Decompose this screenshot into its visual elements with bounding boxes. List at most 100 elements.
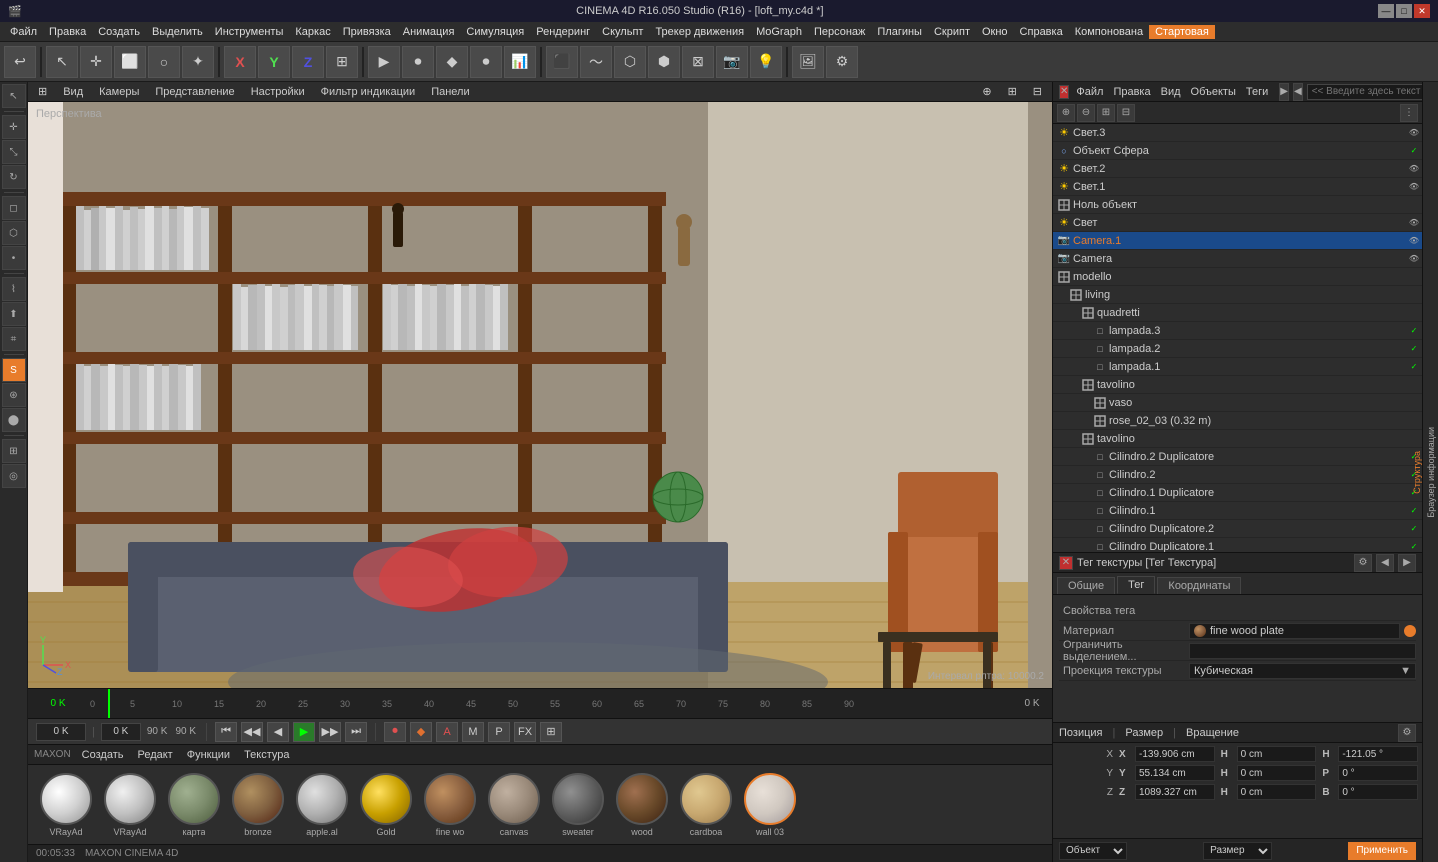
material-finewood[interactable]: fine wo (420, 773, 480, 837)
tool-grid[interactable]: ⊞ (2, 439, 26, 463)
attr-settings[interactable]: ⚙ (1354, 554, 1372, 572)
timeline-ruler[interactable]: 0 5 10 15 20 25 30 35 40 45 50 55 60 65 … (88, 689, 1012, 718)
mat-texture-menu[interactable]: Текстура (241, 749, 292, 761)
coord-y-pos[interactable]: 55.134 cm (1135, 765, 1215, 781)
attr-projection-value[interactable]: Кубическая ▼ (1189, 663, 1416, 679)
menu-sculpt[interactable]: Скульпт (596, 25, 649, 39)
material-apple[interactable]: apple.al (292, 773, 352, 837)
vp-filter-menu[interactable]: Фильтр индикации (317, 86, 420, 98)
tool-extrude[interactable]: ⬆ (2, 302, 26, 326)
menu-create[interactable]: Создать (92, 25, 146, 39)
material-canvas[interactable]: canvas (484, 773, 544, 837)
tree-item-свет.1[interactable]: ☀Свет.1👁 (1053, 178, 1422, 196)
record-button[interactable]: ⏺ (402, 46, 434, 78)
vp-camera-menu[interactable]: Камеры (95, 86, 143, 98)
menu-select[interactable]: Выделить (146, 25, 209, 39)
menu-script[interactable]: Скрипт (928, 25, 976, 39)
attr-nav-back[interactable]: ◀ (1376, 554, 1394, 572)
close-button[interactable]: ✕ (1414, 4, 1430, 18)
rot-h-val[interactable]: -121.05 ° (1338, 746, 1418, 762)
material-wood[interactable]: wood (612, 773, 672, 837)
side-tab-structure[interactable]: Структура (1410, 445, 1424, 500)
cube-button[interactable]: ⬛ (546, 46, 578, 78)
tree-item-camera[interactable]: 📷Camera👁 (1053, 250, 1422, 268)
world-button[interactable]: ⊞ (326, 46, 358, 78)
menu-snap[interactable]: Привязка (337, 25, 397, 39)
tree-item-tavolino[interactable]: tavolino (1053, 376, 1422, 394)
tree-item-cilindro.1-duplicatore[interactable]: □Cilindro.1 Duplicatore✓ (1053, 484, 1422, 502)
menu-mesh[interactable]: Каркас (289, 25, 336, 39)
menu-character[interactable]: Персонаж (808, 25, 871, 39)
tree-item-ноль-объект[interactable]: Ноль объект (1053, 196, 1422, 214)
tree-item-camera.1[interactable]: 📷Camera.1👁 (1053, 232, 1422, 250)
tool-move[interactable]: ✛ (2, 115, 26, 139)
tool-poly[interactable]: ◻ (2, 196, 26, 220)
size-mode-select[interactable]: Размер Масштаб (1203, 842, 1272, 860)
material-cardboard[interactable]: cardboa (676, 773, 736, 837)
om-edit[interactable]: Правка (1110, 86, 1153, 98)
size-z-val[interactable]: 0 cm (1237, 784, 1317, 800)
tree-item-cilindro-duplicatore.2[interactable]: □Cilindro Duplicatore.2✓ (1053, 520, 1422, 538)
vp-view-menu[interactable]: Вид (59, 86, 87, 98)
om-tags[interactable]: Теги (1243, 86, 1271, 98)
tree-item-свет.3[interactable]: ☀Свет.3👁 (1053, 124, 1422, 142)
material-bronze[interactable]: bronze (228, 773, 288, 837)
rotate-button[interactable]: ○ (148, 46, 180, 78)
vp-icon-1[interactable]: ⊕ (978, 85, 995, 98)
om-toolbar-5[interactable]: ⋮ (1400, 104, 1418, 122)
tree-item-свет[interactable]: ☀Свет👁 (1053, 214, 1422, 232)
attr-close[interactable]: ✕ (1059, 556, 1073, 570)
step-fwd-button[interactable]: ▶▶ (319, 722, 341, 742)
transform-button[interactable]: ✦ (182, 46, 214, 78)
frame-input-2[interactable] (101, 723, 141, 741)
menu-tools[interactable]: Инструменты (209, 25, 290, 39)
tool-select[interactable]: ↖ (2, 84, 26, 108)
om-tool-2[interactable]: ◀ (1293, 83, 1303, 101)
tool-texture[interactable]: S (2, 358, 26, 382)
axis-x-button[interactable]: X (224, 46, 256, 78)
fx-btn[interactable]: FX (514, 722, 536, 742)
tree-item-modello[interactable]: modello (1053, 268, 1422, 286)
om-toolbar-3[interactable]: ⊞ (1097, 104, 1115, 122)
om-toolbar-2[interactable]: ⊖ (1077, 104, 1095, 122)
coord-mode-select[interactable]: Объект Мировой (1059, 842, 1127, 860)
tool-knife[interactable]: ⌇ (2, 277, 26, 301)
vp-display-menu[interactable]: Представление (151, 86, 238, 98)
go-end-button[interactable]: ⏭ (345, 722, 367, 742)
attr-tab-tag[interactable]: Тег (1117, 576, 1155, 594)
coord-x-pos[interactable]: -139.906 cm (1135, 746, 1215, 762)
tree-item-tavolino[interactable]: tavolino (1053, 430, 1422, 448)
vp-settings-menu[interactable]: Настройки (247, 86, 309, 98)
tree-item-свет.2[interactable]: ☀Свет.2👁 (1053, 160, 1422, 178)
menu-motion-tracker[interactable]: Трекер движения (649, 25, 750, 39)
tree-item-lampada.3[interactable]: □lampada.3✓ (1053, 322, 1422, 340)
om-tool-1[interactable]: ▶ (1279, 83, 1289, 101)
nurbs-button[interactable]: ⬡ (614, 46, 646, 78)
render-settings-button[interactable]: ⚙ (826, 46, 858, 78)
material-vray1[interactable]: VRayAd (36, 773, 96, 837)
maximize-button[interactable]: □ (1396, 4, 1412, 18)
tool-snap[interactable]: ◎ (2, 464, 26, 488)
mat-functions-menu[interactable]: Функции (184, 749, 233, 761)
frame-input[interactable] (36, 723, 86, 741)
side-tab-browser[interactable]: Браузер информации (1424, 421, 1438, 524)
tree-item-cilindro-duplicatore.1[interactable]: □Cilindro Duplicatore.1✓ (1053, 538, 1422, 552)
material-sweater[interactable]: sweater (548, 773, 608, 837)
om-toolbar-1[interactable]: ⊕ (1057, 104, 1075, 122)
layout-btn[interactable]: ⊞ (540, 722, 562, 742)
tool-bevel[interactable]: ⌗ (2, 327, 26, 351)
menu-startup[interactable]: Стартовая (1149, 25, 1215, 39)
step-back-button[interactable]: ◀ (267, 722, 289, 742)
motion-btn[interactable]: M (462, 722, 484, 742)
attr-tab-coords[interactable]: Координаты (1157, 577, 1241, 594)
attr-nav-fwd[interactable]: ▶ (1398, 554, 1416, 572)
menu-componovka[interactable]: Компонована (1069, 25, 1149, 39)
tool-uv[interactable]: ⬤ (2, 408, 26, 432)
menu-render[interactable]: Рендеринг (530, 25, 596, 39)
om-view[interactable]: Вид (1158, 86, 1184, 98)
om-file[interactable]: Файл (1073, 86, 1106, 98)
auto-key-button[interactable]: ⏺ (470, 46, 502, 78)
size-y-val[interactable]: 0 cm (1237, 765, 1317, 781)
timeline-button[interactable]: 📊 (504, 46, 536, 78)
tree-item-lampada.2[interactable]: □lampada.2✓ (1053, 340, 1422, 358)
